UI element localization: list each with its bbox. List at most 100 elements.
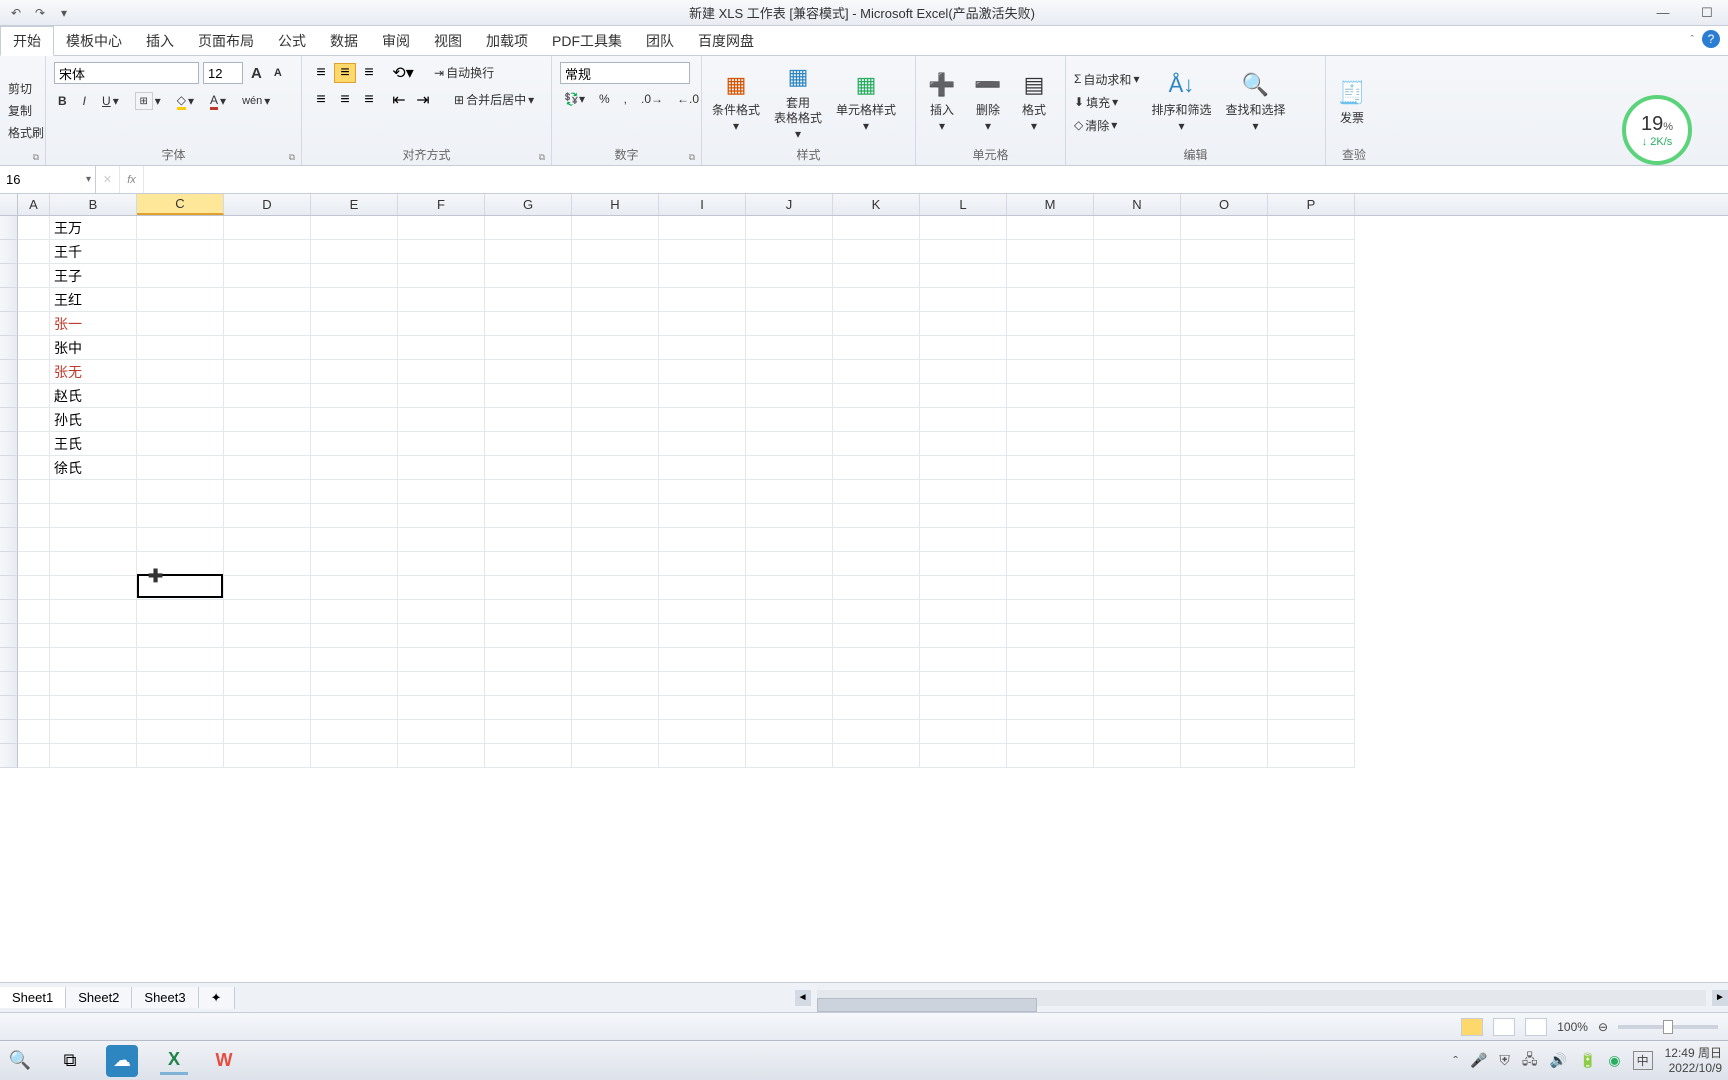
cell[interactable] [1094,648,1181,672]
ribbon-tab-8[interactable]: 加载项 [474,27,540,55]
cell[interactable] [659,696,746,720]
cell[interactable] [659,264,746,288]
cell[interactable] [137,504,224,528]
cell[interactable] [18,456,50,480]
cell[interactable] [1094,432,1181,456]
cell[interactable] [833,600,920,624]
redo-icon[interactable]: ↷ [30,3,50,23]
cell[interactable] [18,576,50,600]
cell[interactable] [833,504,920,528]
cell[interactable] [1007,504,1094,528]
cell[interactable] [746,408,833,432]
cell[interactable] [1007,408,1094,432]
cell[interactable] [311,288,398,312]
cell[interactable] [1181,384,1268,408]
cell[interactable] [1268,576,1355,600]
cell[interactable] [833,336,920,360]
cell[interactable] [224,576,311,600]
cell[interactable] [920,288,1007,312]
fill-button[interactable]: ⬇ 填充 ▾ [1070,92,1143,113]
clock[interactable]: 12:49 周日 2022/10/9 [1665,1046,1722,1075]
cell[interactable] [920,576,1007,600]
orientation-icon[interactable]: ⟲▾ [392,63,414,83]
cell[interactable]: 王红 [50,288,137,312]
cell[interactable] [50,552,137,576]
cell[interactable] [224,432,311,456]
cell[interactable] [833,240,920,264]
cell[interactable] [746,384,833,408]
cell[interactable] [659,216,746,240]
cell[interactable]: 王子 [50,264,137,288]
cell[interactable]: 张无 [50,360,137,384]
row-header[interactable] [0,624,18,648]
cell[interactable] [311,648,398,672]
cell[interactable] [659,600,746,624]
scroll-right-icon[interactable]: ► [1712,990,1728,1006]
cell[interactable] [485,528,572,552]
row-header[interactable] [0,528,18,552]
scrollbar-thumb[interactable] [817,998,1037,1012]
cell[interactable] [1007,648,1094,672]
formula-input[interactable] [144,172,1728,187]
cell[interactable] [746,432,833,456]
column-header[interactable]: K [833,194,920,215]
cell[interactable] [920,384,1007,408]
cell[interactable] [485,576,572,600]
dialog-launcher-icon[interactable]: ⧉ [689,152,695,163]
cell[interactable] [746,312,833,336]
sheet-tab[interactable]: Sheet3 [132,987,198,1008]
insert-cells-button[interactable]: ➕插入▾ [920,67,964,136]
dialog-launcher-icon[interactable]: ⧉ [289,152,295,163]
cell[interactable] [920,552,1007,576]
cell[interactable] [137,744,224,768]
microphone-icon[interactable]: 🎤 [1470,1052,1487,1069]
cell[interactable] [311,384,398,408]
align-top-icon[interactable]: ≡ [310,63,332,83]
cell[interactable] [398,552,485,576]
cell[interactable] [920,648,1007,672]
cell[interactable] [1268,672,1355,696]
cell[interactable] [1181,432,1268,456]
cell[interactable] [311,576,398,600]
cell[interactable] [746,552,833,576]
volume-icon[interactable]: 🔊 [1550,1052,1567,1069]
cell[interactable] [311,672,398,696]
column-header[interactable]: F [398,194,485,215]
cell[interactable] [137,384,224,408]
wps-icon[interactable]: W [210,1047,238,1075]
cell[interactable] [746,288,833,312]
cell[interactable] [1094,360,1181,384]
sheet-tab[interactable]: Sheet1 [0,987,66,1008]
cell[interactable] [920,312,1007,336]
cell[interactable] [18,696,50,720]
cell[interactable] [1268,216,1355,240]
cell[interactable] [833,672,920,696]
cell[interactable] [572,456,659,480]
cell[interactable] [137,216,224,240]
cell[interactable] [137,360,224,384]
cell[interactable] [1007,624,1094,648]
cell[interactable] [18,288,50,312]
cell[interactable] [920,408,1007,432]
wrap-text-button[interactable]: ⇥ 自动换行 [430,62,498,83]
cell[interactable] [1268,336,1355,360]
cell[interactable] [746,504,833,528]
cell[interactable] [224,360,311,384]
cell[interactable] [746,528,833,552]
cell[interactable] [572,432,659,456]
cell[interactable] [1268,288,1355,312]
cell[interactable] [920,216,1007,240]
cell[interactable] [659,744,746,768]
dialog-launcher-icon[interactable]: ⧉ [539,152,545,163]
cell[interactable] [224,504,311,528]
cell[interactable] [50,480,137,504]
cell[interactable] [920,240,1007,264]
cell[interactable] [18,336,50,360]
row-header[interactable] [0,360,18,384]
cell[interactable] [746,456,833,480]
cell[interactable] [1007,264,1094,288]
cell[interactable] [398,576,485,600]
row-header[interactable] [0,504,18,528]
cell[interactable] [1007,720,1094,744]
column-header[interactable]: G [485,194,572,215]
